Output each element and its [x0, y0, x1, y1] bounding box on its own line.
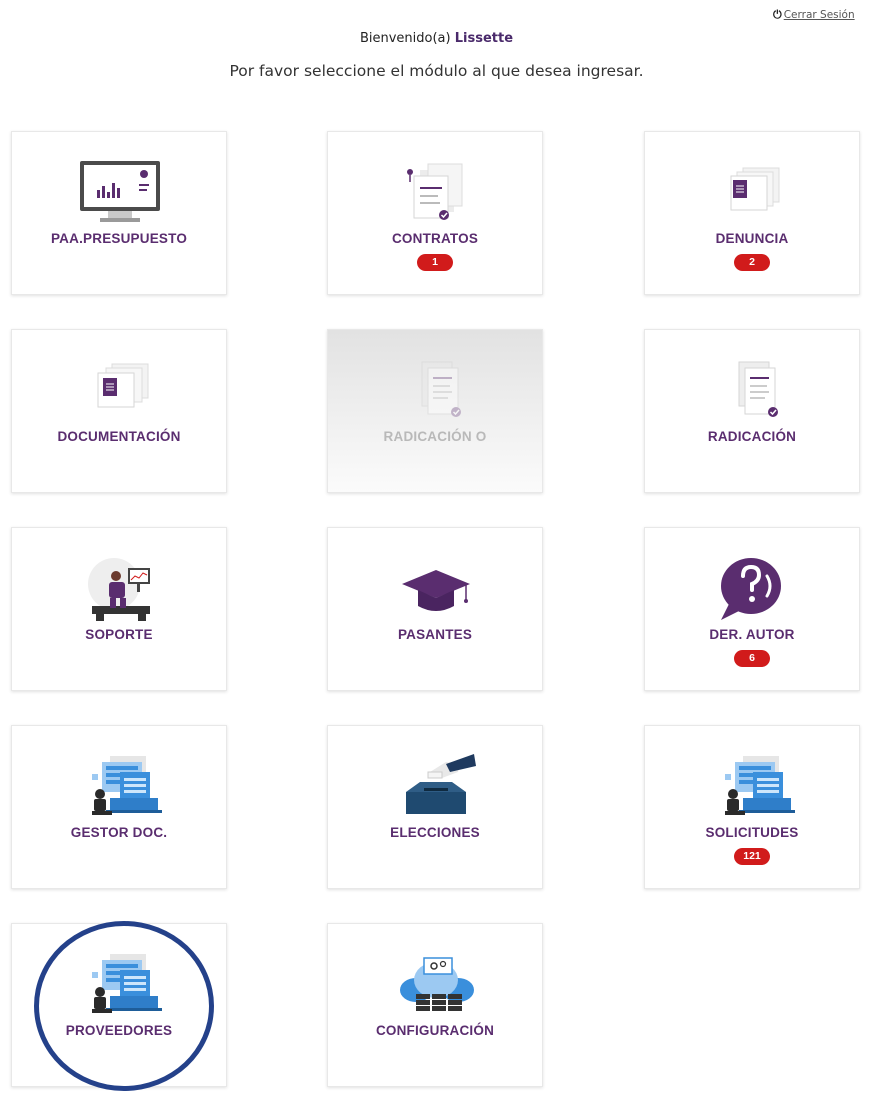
module-card-documentacion[interactable]: DOCUMENTACIÓN	[11, 329, 227, 493]
module-card-denuncia[interactable]: DENUNCIA 2	[644, 131, 860, 295]
module-card-gestor-doc[interactable]: GESTOR DOC.	[11, 725, 227, 889]
module-card-soporte[interactable]: SOPORTE	[11, 527, 227, 691]
module-label: SOPORTE	[85, 627, 153, 642]
document-stack-icon	[730, 167, 780, 211]
module-label: RADICACIÓN	[707, 429, 797, 444]
notification-badge: 6	[734, 650, 770, 667]
ballot-box-icon	[406, 754, 476, 814]
question-bubble-icon	[721, 558, 781, 620]
module-label: CONTRATOS	[391, 231, 479, 246]
contract-documents-icon	[407, 163, 463, 220]
person-laptop-screens-icon	[92, 954, 162, 1013]
module-label: CONFIGURACIÓN	[375, 1023, 495, 1038]
module-label: PASANTES	[397, 627, 473, 642]
document-check-icon	[421, 361, 461, 417]
module-card-configuracion[interactable]: CONFIGURACIÓN	[327, 923, 543, 1087]
module-label: GESTOR DOC.	[70, 825, 168, 840]
document-stack-icon	[97, 363, 149, 408]
notification-badge: 2	[734, 254, 770, 271]
welcome-prefix: Bienvenido(a)	[359, 31, 455, 46]
module-label: SOLICITUDES	[705, 825, 799, 840]
module-label: DER. AUTOR	[709, 627, 795, 642]
notification-badge: 1	[417, 254, 453, 271]
module-card-radicacion-o: RADICACIÓN O	[327, 329, 543, 493]
logout-link[interactable]: ⏻ Cerrar Sesión	[773, 7, 873, 23]
module-card-solicitudes[interactable]: SOLICITUDES 121	[644, 725, 860, 889]
module-card-elecciones[interactable]: ELECCIONES	[327, 725, 543, 889]
monitor-chart-icon	[80, 161, 160, 222]
person-laptop-screens-icon	[92, 756, 162, 815]
graduation-cap-icon	[402, 570, 470, 611]
module-label: PROVEEDORES	[65, 1023, 173, 1038]
support-desk-icon	[88, 558, 150, 621]
module-label: RADICACIÓN O	[383, 429, 487, 444]
document-check-icon	[738, 361, 778, 417]
module-label: DENUNCIA	[715, 231, 789, 246]
cloud-servers-icon	[400, 957, 474, 1011]
module-label: DOCUMENTACIÓN	[57, 429, 181, 444]
notification-badge: 121	[734, 848, 770, 865]
module-card-radicacion[interactable]: RADICACIÓN	[644, 329, 860, 493]
module-card-der-autor[interactable]: DER. AUTOR 6	[644, 527, 860, 691]
logout-label: Cerrar Sesión	[783, 9, 855, 21]
module-label: PAA.PRESUPUESTO	[50, 231, 188, 246]
module-label: ELECCIONES	[390, 825, 480, 840]
power-icon: ⏻	[773, 8, 782, 21]
user-name: Lissette	[454, 31, 514, 46]
module-card-paa-presupuesto[interactable]: PAA.PRESUPUESTO	[11, 131, 227, 295]
module-instruction: Por favor seleccione el módulo al que de…	[229, 62, 644, 80]
module-card-pasantes[interactable]: PASANTES	[327, 527, 543, 691]
module-card-proveedores[interactable]: PROVEEDORES	[11, 923, 227, 1087]
welcome-message: Bienvenido(a) Lissette	[0, 31, 873, 46]
module-card-contratos[interactable]: CONTRATOS 1	[327, 131, 543, 295]
person-laptop-screens-icon	[725, 756, 795, 815]
